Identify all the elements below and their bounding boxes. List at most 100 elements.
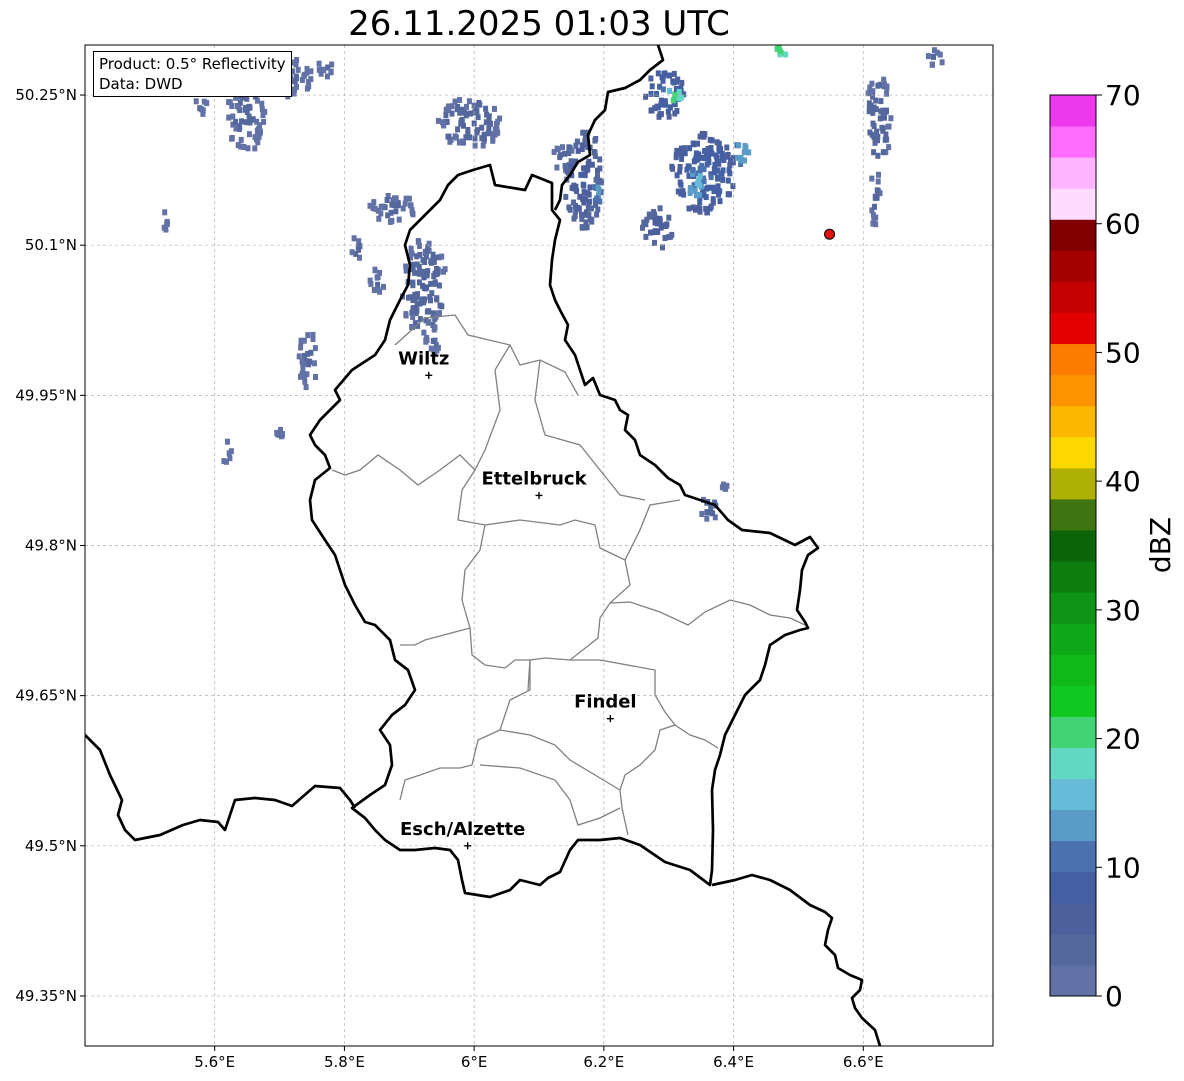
map-area[interactable]: Wiltz Ettelbruck Findel Esch/Alzette bbox=[85, 45, 993, 1046]
radar-pixel bbox=[563, 166, 569, 173]
colorbar-swatch bbox=[1050, 498, 1096, 531]
radar-pixel bbox=[777, 48, 783, 55]
radar-pixel bbox=[875, 82, 881, 89]
radar-pixel bbox=[671, 79, 677, 86]
radar-pixel bbox=[235, 142, 241, 149]
radar-pixel bbox=[575, 147, 581, 154]
lat-tick-label: 49.65°N bbox=[15, 687, 77, 705]
radar-pixel bbox=[481, 131, 487, 138]
radar-pixel bbox=[594, 195, 600, 202]
colorbar-swatch bbox=[1050, 623, 1096, 655]
radar-pixel bbox=[571, 182, 577, 189]
radar-pixel bbox=[874, 187, 880, 194]
radar-pixel bbox=[310, 336, 316, 342]
radar-pixel bbox=[641, 219, 647, 226]
radar-pixel bbox=[298, 338, 304, 345]
radar-pixel bbox=[885, 123, 891, 130]
radar-pixel bbox=[426, 319, 432, 326]
lat-tick-label: 49.35°N bbox=[15, 987, 77, 1005]
radar-pixel bbox=[578, 171, 584, 178]
radar-pixel bbox=[396, 216, 402, 223]
radar-pixel bbox=[479, 124, 485, 131]
radar-pixel bbox=[674, 172, 680, 179]
radar-pixel bbox=[699, 511, 705, 517]
radar-pixel bbox=[593, 136, 599, 142]
radar-pixel bbox=[432, 324, 438, 331]
radar-pixel bbox=[434, 296, 440, 303]
colorbar-tick-label: 70 bbox=[1105, 79, 1141, 112]
radar-site bbox=[824, 228, 836, 240]
radar-pixel bbox=[395, 202, 401, 209]
radar-pixel bbox=[244, 109, 250, 116]
radar-pixel bbox=[880, 127, 886, 134]
radar-pixel bbox=[730, 183, 736, 190]
radar-pixel bbox=[380, 203, 386, 210]
radar-pixel bbox=[704, 515, 710, 522]
radar-pixel bbox=[658, 101, 664, 108]
radar-pixel bbox=[667, 104, 673, 111]
radar-pixel bbox=[873, 214, 879, 221]
radar-pixel bbox=[274, 429, 280, 436]
radar-pixel bbox=[298, 344, 304, 351]
colorbar-swatch bbox=[1050, 778, 1096, 811]
radar-pixel bbox=[312, 345, 318, 352]
radar-pixel bbox=[239, 118, 244, 125]
radar-pixel bbox=[587, 184, 593, 191]
radar-pixel bbox=[421, 329, 427, 336]
radar-pixel bbox=[746, 149, 752, 156]
radar-pixel bbox=[428, 280, 434, 287]
lat-tick-label: 49.8°N bbox=[25, 537, 77, 555]
lat-tick-label: 49.95°N bbox=[15, 386, 77, 404]
data-source-text: Data: DWD bbox=[99, 75, 183, 93]
lat-tick-label: 50.25°N bbox=[15, 86, 77, 104]
radar-pixel bbox=[651, 209, 657, 215]
lon-tick-label: 6.6°E bbox=[843, 1053, 884, 1071]
radar-pixel bbox=[597, 156, 603, 163]
radar-pixel bbox=[475, 114, 481, 121]
lon-tick-label: 6.4°E bbox=[713, 1053, 754, 1071]
radar-pixel bbox=[234, 103, 240, 109]
radar-pixel bbox=[872, 203, 877, 210]
radar-pixel bbox=[697, 205, 703, 212]
colorbar-tick-label: 20 bbox=[1105, 723, 1141, 756]
radar-pixel bbox=[424, 248, 430, 254]
radar-pixel bbox=[370, 205, 376, 211]
radar-pixel bbox=[308, 349, 314, 356]
radar-pixel bbox=[696, 191, 702, 198]
radar-pixel bbox=[576, 205, 582, 212]
radar-pixel bbox=[424, 271, 430, 278]
radar-pixel bbox=[497, 115, 503, 122]
colorbar-ticks: 0 10 20 30 40 50 60 70 bbox=[1096, 79, 1141, 1013]
radar-pixel bbox=[312, 360, 317, 367]
radar-pixel bbox=[376, 215, 382, 222]
radar-pixel bbox=[738, 157, 744, 164]
radar-pixel bbox=[193, 98, 199, 105]
radar-pixel bbox=[663, 101, 669, 108]
radar-pixel bbox=[449, 110, 455, 117]
radar-pixel bbox=[584, 224, 590, 231]
radar-pixel bbox=[711, 166, 717, 173]
radar-pixel bbox=[666, 214, 672, 221]
radar-pixel bbox=[250, 116, 256, 123]
radar-pixel bbox=[582, 172, 588, 179]
radar-pixel bbox=[486, 125, 492, 132]
radar-pixel bbox=[720, 176, 726, 183]
colorbar-swatch bbox=[1050, 188, 1096, 220]
radar-pixel bbox=[474, 129, 480, 136]
radar-pixel bbox=[229, 135, 235, 142]
radar-pixel bbox=[291, 59, 297, 66]
radar-pixel bbox=[490, 133, 496, 140]
lon-tick-label: 5.8°E bbox=[324, 1053, 365, 1071]
radar-pixel bbox=[572, 213, 578, 220]
radar-pixel bbox=[709, 137, 715, 144]
radar-pixel bbox=[654, 91, 660, 97]
radar-pixel bbox=[458, 117, 464, 124]
radar-pixel bbox=[595, 167, 600, 174]
radar-pixel bbox=[881, 76, 887, 83]
radar-pixel bbox=[719, 155, 725, 161]
radar-pixel bbox=[648, 229, 653, 236]
radar-pixel bbox=[660, 86, 666, 93]
colorbar-tick-label: 50 bbox=[1105, 336, 1141, 369]
radar-pixel bbox=[304, 65, 310, 72]
radar-pixel bbox=[728, 157, 733, 164]
